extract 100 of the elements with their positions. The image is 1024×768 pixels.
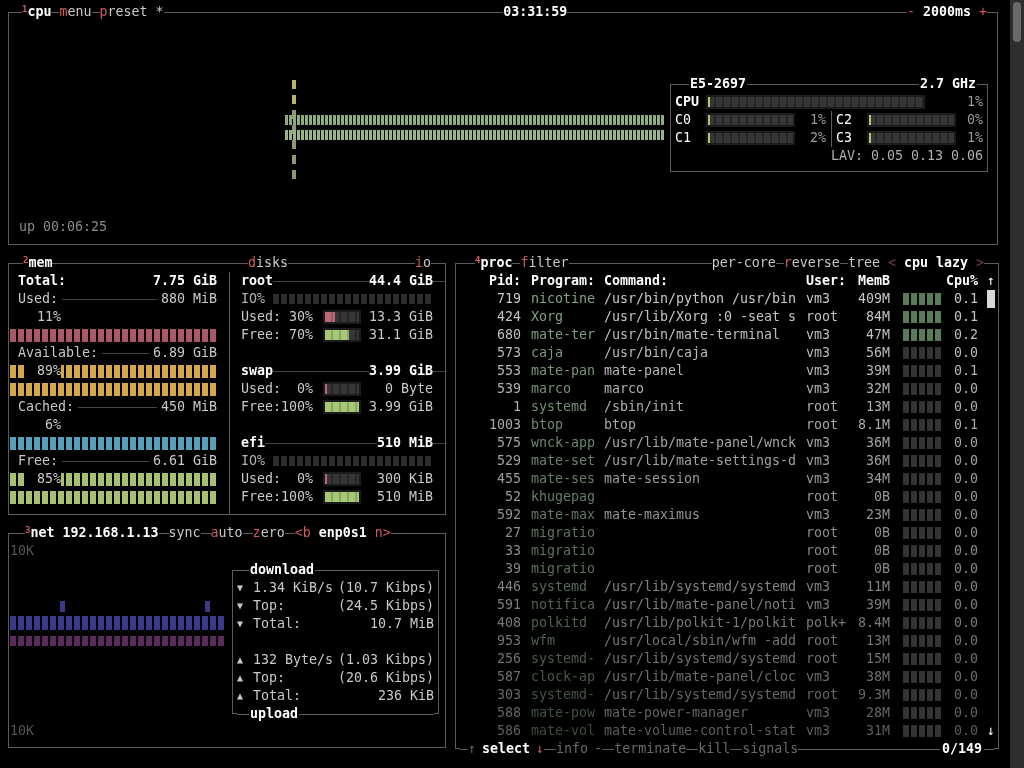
table-cell: mate-pan (531, 362, 596, 380)
table-cell-text: 33 (504, 542, 521, 560)
window-scrollbar[interactable] (1010, 0, 1024, 768)
table-cell: migratio (531, 542, 596, 560)
column-header[interactable]: Cpu% (944, 272, 978, 290)
core-label: C1 (675, 129, 692, 147)
table-cell: mate-max (531, 506, 596, 524)
scroll-thumb[interactable] (1013, 2, 1021, 42)
option-toggle[interactable]: io (414, 254, 431, 272)
scroll-thumb[interactable] (987, 290, 995, 308)
panel-title[interactable]: $^{3}$net (25, 524, 55, 542)
io-label: IO% (241, 452, 267, 470)
option-toggle[interactable]: reverse (783, 254, 840, 272)
cpu-sparkline (902, 364, 944, 378)
table-cell-text: root (806, 686, 840, 704)
table-cell-text: 0.0 (952, 470, 978, 488)
table-cell-text: root (806, 632, 840, 650)
header-value: 192.168.1.13 (62, 524, 159, 542)
disk-name: swap (241, 362, 274, 380)
scroll-up-button[interactable]: ↑ (987, 272, 995, 290)
core-label: C2 (836, 111, 853, 129)
table-cell-text: 0.0 (952, 722, 978, 740)
option-toggle[interactable]: tree (847, 254, 880, 272)
disk-label: Used: (241, 380, 282, 398)
column-header[interactable]: Pid: (456, 272, 521, 290)
cpu-sparkline (902, 310, 944, 324)
table-cell: wnck-app (531, 434, 596, 452)
table-cell: migratio (531, 560, 596, 578)
table-cell-text: 0.0 (952, 488, 978, 506)
memory-label: Available: (18, 344, 99, 362)
key-button[interactable]: - (906, 3, 915, 21)
header-value: enp0s1 (318, 524, 367, 542)
key-button[interactable]: n> (374, 524, 391, 542)
option-toggle[interactable]: auto (210, 524, 243, 542)
table-cell-text: 575 (495, 434, 521, 452)
cpu-sparkline (902, 652, 944, 666)
table-cell-text: /usr/lib/Xorg :0 -seat s (604, 308, 798, 326)
memory-value: 450 MiB (160, 398, 217, 416)
table-cell-text: 0.0 (952, 398, 978, 416)
disk-name: efi (241, 434, 266, 452)
disk-value: 510 MiB (375, 488, 433, 506)
table-cell-text: 0B (873, 560, 890, 578)
table-cell-text: btop (604, 416, 638, 434)
cpu-model: E5-2697 (689, 75, 748, 93)
table-cell-text: /usr/bin/caja (604, 344, 710, 362)
option-toggle[interactable]: menu (59, 3, 92, 21)
core-percent: 2% (809, 129, 827, 147)
panel-title[interactable]: $^{2}$mem (23, 254, 53, 272)
key-button[interactable]: ↓ (536, 740, 545, 758)
option-toggle[interactable]: per-core (711, 254, 776, 272)
disk-value: 31.1 GiB (367, 326, 433, 344)
rate-value: (10.7 Kibps) (336, 579, 434, 597)
option-toggle[interactable]: disks (248, 254, 289, 272)
table-cell-text: wfm (531, 632, 557, 650)
core-label: C0 (675, 111, 692, 129)
table-cell-text: root (806, 524, 840, 542)
key-button[interactable]: <b (294, 524, 311, 542)
key-hint[interactable]: signals (742, 740, 799, 758)
cpu-sparkline (902, 544, 944, 558)
table-cell-text: /usr/lib/mate-settings-d (604, 452, 798, 470)
table-cell-text: 680 (495, 326, 521, 344)
table-cell-text: systemd (531, 398, 589, 416)
table-cell-text: mate-panel (604, 362, 686, 380)
key-hint[interactable]: terminate (614, 740, 687, 758)
option-toggle[interactable]: filter (520, 254, 569, 272)
table-cell-text: /usr/lib/systemd/systemd (604, 650, 798, 668)
column-header[interactable]: Program: (531, 272, 596, 290)
key-button[interactable]: + (979, 3, 987, 21)
key-hint[interactable]: kill (698, 740, 731, 758)
cpu-sparkline (902, 292, 944, 306)
table-cell-text: vm3 (806, 704, 832, 722)
core-label: C3 (836, 129, 853, 147)
option-toggle[interactable]: sync (168, 524, 201, 542)
column-header[interactable]: MemB (846, 272, 890, 290)
table-cell-text: /usr/lib/polkit-1/polkit (604, 614, 798, 632)
cpu-sparkline (902, 400, 944, 414)
table-cell-text: 84M (864, 308, 890, 326)
column-header[interactable]: User: (806, 272, 846, 290)
key-hint[interactable]: ↑ (468, 740, 476, 758)
table-cell-text: 0.0 (952, 452, 978, 470)
scroll-down-button[interactable]: ↓ (987, 722, 995, 740)
column-header[interactable]: Command: (604, 272, 800, 290)
option-toggle[interactable]: preset * (99, 3, 164, 21)
key-hint[interactable]: info (556, 740, 589, 758)
table-cell-text: 0.0 (952, 542, 978, 560)
panel-title[interactable]: $^{4}$proc (475, 254, 513, 272)
table-cell-text: 408 (495, 614, 521, 632)
table-cell-text: marco (531, 380, 573, 398)
table-cell: mate-vol (531, 722, 596, 740)
option-toggle[interactable]: zero (252, 524, 285, 542)
table-cell-text: root (806, 650, 840, 668)
panel-title[interactable]: $^{1}$cpu (22, 3, 52, 21)
disk-percent: 30% (288, 308, 314, 326)
table-cell-text: 1 (512, 398, 521, 416)
table-cell-text: 953 (495, 632, 521, 650)
header-value: 2000ms (922, 3, 971, 21)
table-cell-text: /usr/lib/mate-panel/cloc (604, 668, 798, 686)
table-cell-text: vm3 (806, 722, 832, 740)
key-hint[interactable]: - (594, 740, 603, 758)
header-value: cpu lazy (903, 254, 968, 272)
